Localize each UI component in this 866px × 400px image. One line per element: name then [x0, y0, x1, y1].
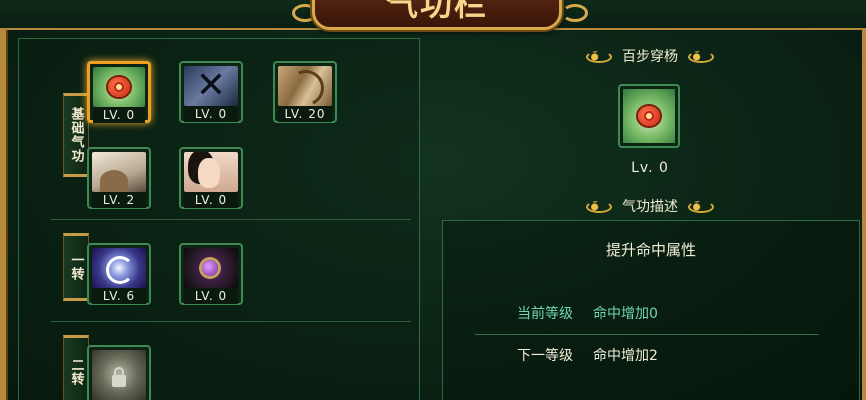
- section-divider: [51, 219, 411, 220]
- description-title: 气功描述: [622, 199, 678, 215]
- next-level-label: 下一等级: [517, 348, 573, 364]
- description-text: 提升命中属性: [605, 241, 696, 259]
- ornament-right-icon: [688, 201, 714, 213]
- skill-level: LV. 0: [93, 107, 145, 123]
- ornament-left-icon: [586, 51, 612, 63]
- skill-slot-7[interactable]: LV. 0: [179, 243, 243, 305]
- skill-level: LV. 0: [184, 192, 238, 208]
- ornament-curl-right-icon: [562, 4, 588, 22]
- hand-icon: [92, 152, 146, 192]
- description-divider: [475, 334, 819, 335]
- current-level-label: 当前等级: [517, 306, 573, 322]
- selected-skill-icon: [618, 84, 680, 148]
- selected-skill-level: Lv. 0: [631, 160, 669, 176]
- category-basic: 基础气功: [63, 93, 89, 177]
- window-title-plate: 气功栏: [312, 0, 562, 30]
- description-header: 气功描述: [440, 196, 860, 216]
- skill-list-panel: 基础气功 一转 二转 LV. 0 LV. 0 LV. 20 LV. 2 LV. …: [18, 38, 420, 400]
- purple-orb-icon: [184, 248, 238, 288]
- skill-level: LV. 0: [184, 288, 238, 304]
- ornament-right-icon: [688, 51, 714, 63]
- skill-slot-locked[interactable]: [87, 345, 151, 400]
- skill-slot-1[interactable]: LV. 0: [87, 61, 151, 123]
- next-level-value: 命中增加2: [593, 348, 658, 364]
- warrior-face-icon: [184, 152, 238, 192]
- claw-icon: [278, 66, 332, 106]
- skill-level: LV. 0: [184, 106, 238, 122]
- skill-name: 百步穿杨: [622, 49, 678, 65]
- category-first-rebirth: 一转: [63, 233, 89, 301]
- description-box: 提升命中属性 当前等级 命中增加0 下一等级 命中增加2: [442, 220, 860, 400]
- skill-slot-6[interactable]: LV. 6: [87, 243, 151, 305]
- skill-slot-3[interactable]: LV. 20: [273, 61, 337, 123]
- skill-name-header: 百步穿杨: [440, 46, 860, 66]
- skill-slot-2[interactable]: LV. 0: [179, 61, 243, 123]
- skill-level: LV. 6: [92, 288, 146, 304]
- section-divider: [51, 321, 411, 322]
- ornament-left-icon: [586, 201, 612, 213]
- apple-target-icon: [93, 67, 145, 107]
- blue-spiral-icon: [92, 248, 146, 288]
- skill-slot-5[interactable]: LV. 0: [179, 147, 243, 209]
- skill-slot-4[interactable]: LV. 2: [87, 147, 151, 209]
- skill-level: LV. 20: [278, 106, 332, 122]
- locked-skill-art: [92, 350, 146, 400]
- black-x-icon: [184, 66, 238, 106]
- lock-icon: [112, 367, 126, 387]
- window-title: 气功栏: [385, 0, 488, 23]
- skill-level: LV. 2: [92, 192, 146, 208]
- current-level-value: 命中增加0: [593, 306, 658, 322]
- category-second-rebirth: 二转: [63, 335, 89, 400]
- apple-target-icon: [623, 89, 675, 143]
- skill-detail-panel: 百步穿杨 Lv. 0 气功描述 提升命中属性 当前等级 命中增加0 下一等级 命…: [440, 30, 860, 400]
